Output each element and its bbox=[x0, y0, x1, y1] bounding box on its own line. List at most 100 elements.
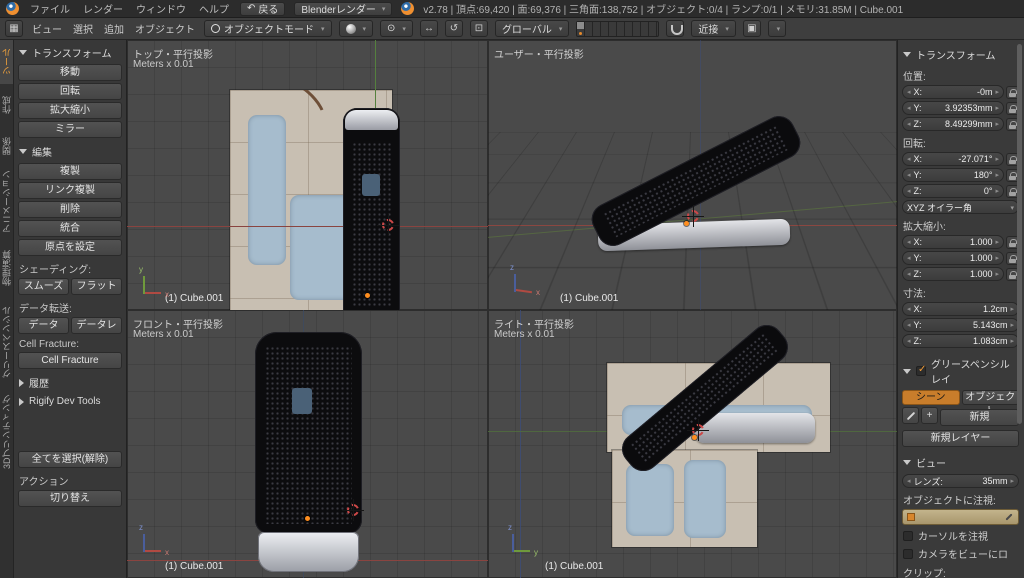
gp-new-layer-button[interactable]: 新規レイヤー bbox=[902, 430, 1019, 447]
case-model[interactable] bbox=[695, 413, 815, 443]
tab-tools[interactable]: ツール bbox=[0, 40, 13, 84]
gp-new-button[interactable]: 新規 bbox=[940, 409, 1019, 426]
lock-object-field[interactable] bbox=[902, 509, 1019, 525]
rotation-mode-select[interactable]: XYZ オイラー角 bbox=[902, 200, 1019, 214]
mode-select[interactable]: オブジェクトモード bbox=[204, 20, 332, 37]
rotation-label: 回転: bbox=[903, 139, 926, 150]
scale-z-field[interactable]: Z: 1.000 bbox=[902, 267, 1004, 281]
cursor-3d[interactable] bbox=[342, 499, 364, 521]
join-button[interactable]: 統合 bbox=[18, 220, 122, 237]
checkbox-icon[interactable] bbox=[903, 548, 913, 559]
phone-model[interactable] bbox=[343, 108, 400, 310]
tab-scene[interactable]: シーン bbox=[902, 390, 960, 405]
rotation-x-field[interactable]: X: -27.071° bbox=[902, 152, 1004, 166]
mode-value: オブジェクトモード bbox=[224, 25, 314, 36]
dimensions-z-field[interactable]: Z: 1.083cm bbox=[902, 334, 1019, 348]
rotation-z-field[interactable]: Z: 0° bbox=[902, 184, 1004, 198]
snap-element-select[interactable]: 近接 bbox=[691, 20, 736, 37]
axis-label: Y: bbox=[913, 253, 922, 263]
cursor-3d[interactable] bbox=[687, 419, 709, 441]
menu-select[interactable]: 選択 bbox=[71, 21, 95, 36]
smooth-button[interactable]: スムーズ bbox=[18, 278, 69, 295]
panel-rigify-header[interactable]: Rigify Dev Tools bbox=[18, 392, 122, 409]
panel-history-header[interactable]: 履歴 bbox=[18, 371, 122, 392]
orientation-select[interactable]: グローバル bbox=[494, 20, 570, 37]
lock-cursor-row[interactable]: カーソルを注視 bbox=[903, 528, 1018, 543]
menu-add[interactable]: 追加 bbox=[102, 21, 126, 36]
editor-type-button[interactable]: ▦ bbox=[5, 20, 23, 37]
checkbox-icon[interactable] bbox=[916, 364, 926, 376]
menu-help[interactable]: ヘルプ bbox=[197, 1, 231, 16]
tab-relations[interactable]: 関係 bbox=[0, 126, 13, 166]
tab-grease-pencil[interactable]: グリースペンシル bbox=[0, 298, 13, 386]
delete-button[interactable]: 削除 bbox=[18, 201, 122, 218]
flat-button[interactable]: フラット bbox=[71, 278, 122, 295]
shading-select[interactable] bbox=[338, 20, 374, 37]
menu-view[interactable]: ビュー bbox=[30, 21, 64, 36]
viewport-user[interactable]: ユーザー・平行投影 (1) Cube.001 x z bbox=[488, 40, 897, 310]
toggle-dropdown[interactable]: 切り替え bbox=[18, 490, 122, 507]
cursor-3d[interactable] bbox=[682, 205, 704, 227]
pivot-icon: ⊙ bbox=[387, 23, 396, 34]
duplicate-button[interactable]: 複製 bbox=[18, 163, 122, 180]
rotate-manipulator-button[interactable]: ↺ bbox=[444, 20, 463, 37]
dimensions-x-field[interactable]: X: 1.2cm bbox=[902, 302, 1019, 316]
case-bottom[interactable] bbox=[258, 532, 359, 572]
data-button[interactable]: データ bbox=[18, 317, 69, 334]
scale-button[interactable]: 拡大縮小 bbox=[18, 102, 122, 119]
mirror-button[interactable]: ミラー bbox=[18, 121, 122, 138]
location-z-field[interactable]: Z: 8.49299mm bbox=[902, 117, 1004, 131]
viewport-right[interactable]: ライト・平行投影 Meters x 0.01 (1) Cube.001 y z bbox=[488, 310, 897, 578]
render-engine-select[interactable]: Blenderレンダー bbox=[294, 1, 393, 16]
snap-toggle-button[interactable] bbox=[666, 20, 685, 37]
scale-y-field[interactable]: Y: 1.000 bbox=[902, 251, 1004, 265]
panel-transform-header[interactable]: トランスフォーム bbox=[18, 41, 122, 62]
tab-create[interactable]: 作成 bbox=[0, 84, 13, 126]
tab-3d-printing[interactable]: 3Dプリンティング bbox=[0, 386, 13, 478]
viewport-top[interactable]: トップ・平行投影 Meters x 0.01 (1) Cube.001 x y bbox=[127, 40, 488, 310]
translate-manipulator-button[interactable]: ↔ bbox=[419, 20, 438, 37]
location-y-field[interactable]: Y: 3.92353mm bbox=[902, 101, 1004, 115]
location-x-field[interactable]: X: -0m bbox=[902, 85, 1004, 99]
menu-object[interactable]: オブジェクト bbox=[133, 21, 197, 36]
data-layout-button[interactable]: データレ bbox=[71, 317, 122, 334]
panel-view-header[interactable]: ビュー bbox=[902, 449, 1019, 472]
menu-window[interactable]: ウィンドウ bbox=[134, 1, 188, 16]
add-button[interactable]: + bbox=[921, 407, 938, 424]
panel-transform-header[interactable]: トランスフォーム bbox=[902, 41, 1019, 64]
pivot-select[interactable]: ⊙ bbox=[380, 20, 413, 37]
cursor-3d[interactable] bbox=[377, 214, 399, 236]
axis-value: 1.2cm bbox=[982, 304, 1008, 314]
move-button[interactable]: 移動 bbox=[18, 64, 122, 81]
lock-camera-row[interactable]: カメラをビューにロ bbox=[903, 546, 1018, 561]
scale-x-field[interactable]: X: 1.000 bbox=[902, 235, 1004, 249]
scale-manipulator-button[interactable]: ⊡ bbox=[469, 20, 488, 37]
cell-fracture-button[interactable]: Cell Fracture bbox=[18, 352, 122, 369]
set-origin-dropdown[interactable]: 原点を設定 bbox=[18, 239, 122, 256]
panel-grease-pencil-header[interactable]: グリースペンシルレイ bbox=[902, 350, 1019, 388]
duplicate-linked-button[interactable]: リンク複製 bbox=[18, 182, 122, 199]
render-opengl-anim-button[interactable] bbox=[767, 20, 786, 37]
draw-pencil-button[interactable] bbox=[902, 407, 919, 424]
tab-object[interactable]: オブジェクト bbox=[961, 390, 1019, 417]
panel-edit-header[interactable]: 編集 bbox=[18, 140, 122, 161]
eyedropper-icon[interactable] bbox=[1004, 512, 1014, 522]
rotation-y-field[interactable]: Y: 180° bbox=[902, 168, 1004, 182]
render-opengl-button[interactable]: ▣ bbox=[742, 20, 761, 37]
layers-widget[interactable] bbox=[576, 20, 660, 37]
dimensions-y-field[interactable]: Y: 5.143cm bbox=[902, 318, 1019, 332]
menu-render[interactable]: レンダー bbox=[81, 1, 125, 16]
blender-logo-icon[interactable] bbox=[6, 2, 19, 15]
lens-slider[interactable]: レンズ: 35mm bbox=[902, 474, 1019, 488]
scrollbar[interactable] bbox=[1017, 44, 1022, 424]
phone-model[interactable] bbox=[255, 332, 362, 534]
viewport-front[interactable]: フロント・平行投影 Meters x 0.01 (1) Cube.001 x z bbox=[127, 310, 488, 578]
viewport-object-name: (1) Cube.001 bbox=[560, 293, 619, 304]
tab-physics[interactable]: 物理演算 bbox=[0, 238, 13, 298]
tab-animation[interactable]: アニメーション bbox=[0, 166, 13, 238]
checkbox-icon[interactable] bbox=[903, 530, 913, 541]
back-button[interactable]: ↶ 戻る bbox=[240, 1, 286, 16]
select-all-button[interactable]: 全てを選択(解除) bbox=[18, 451, 122, 468]
menu-file[interactable]: ファイル bbox=[28, 1, 72, 16]
rotate-button[interactable]: 回転 bbox=[18, 83, 122, 100]
